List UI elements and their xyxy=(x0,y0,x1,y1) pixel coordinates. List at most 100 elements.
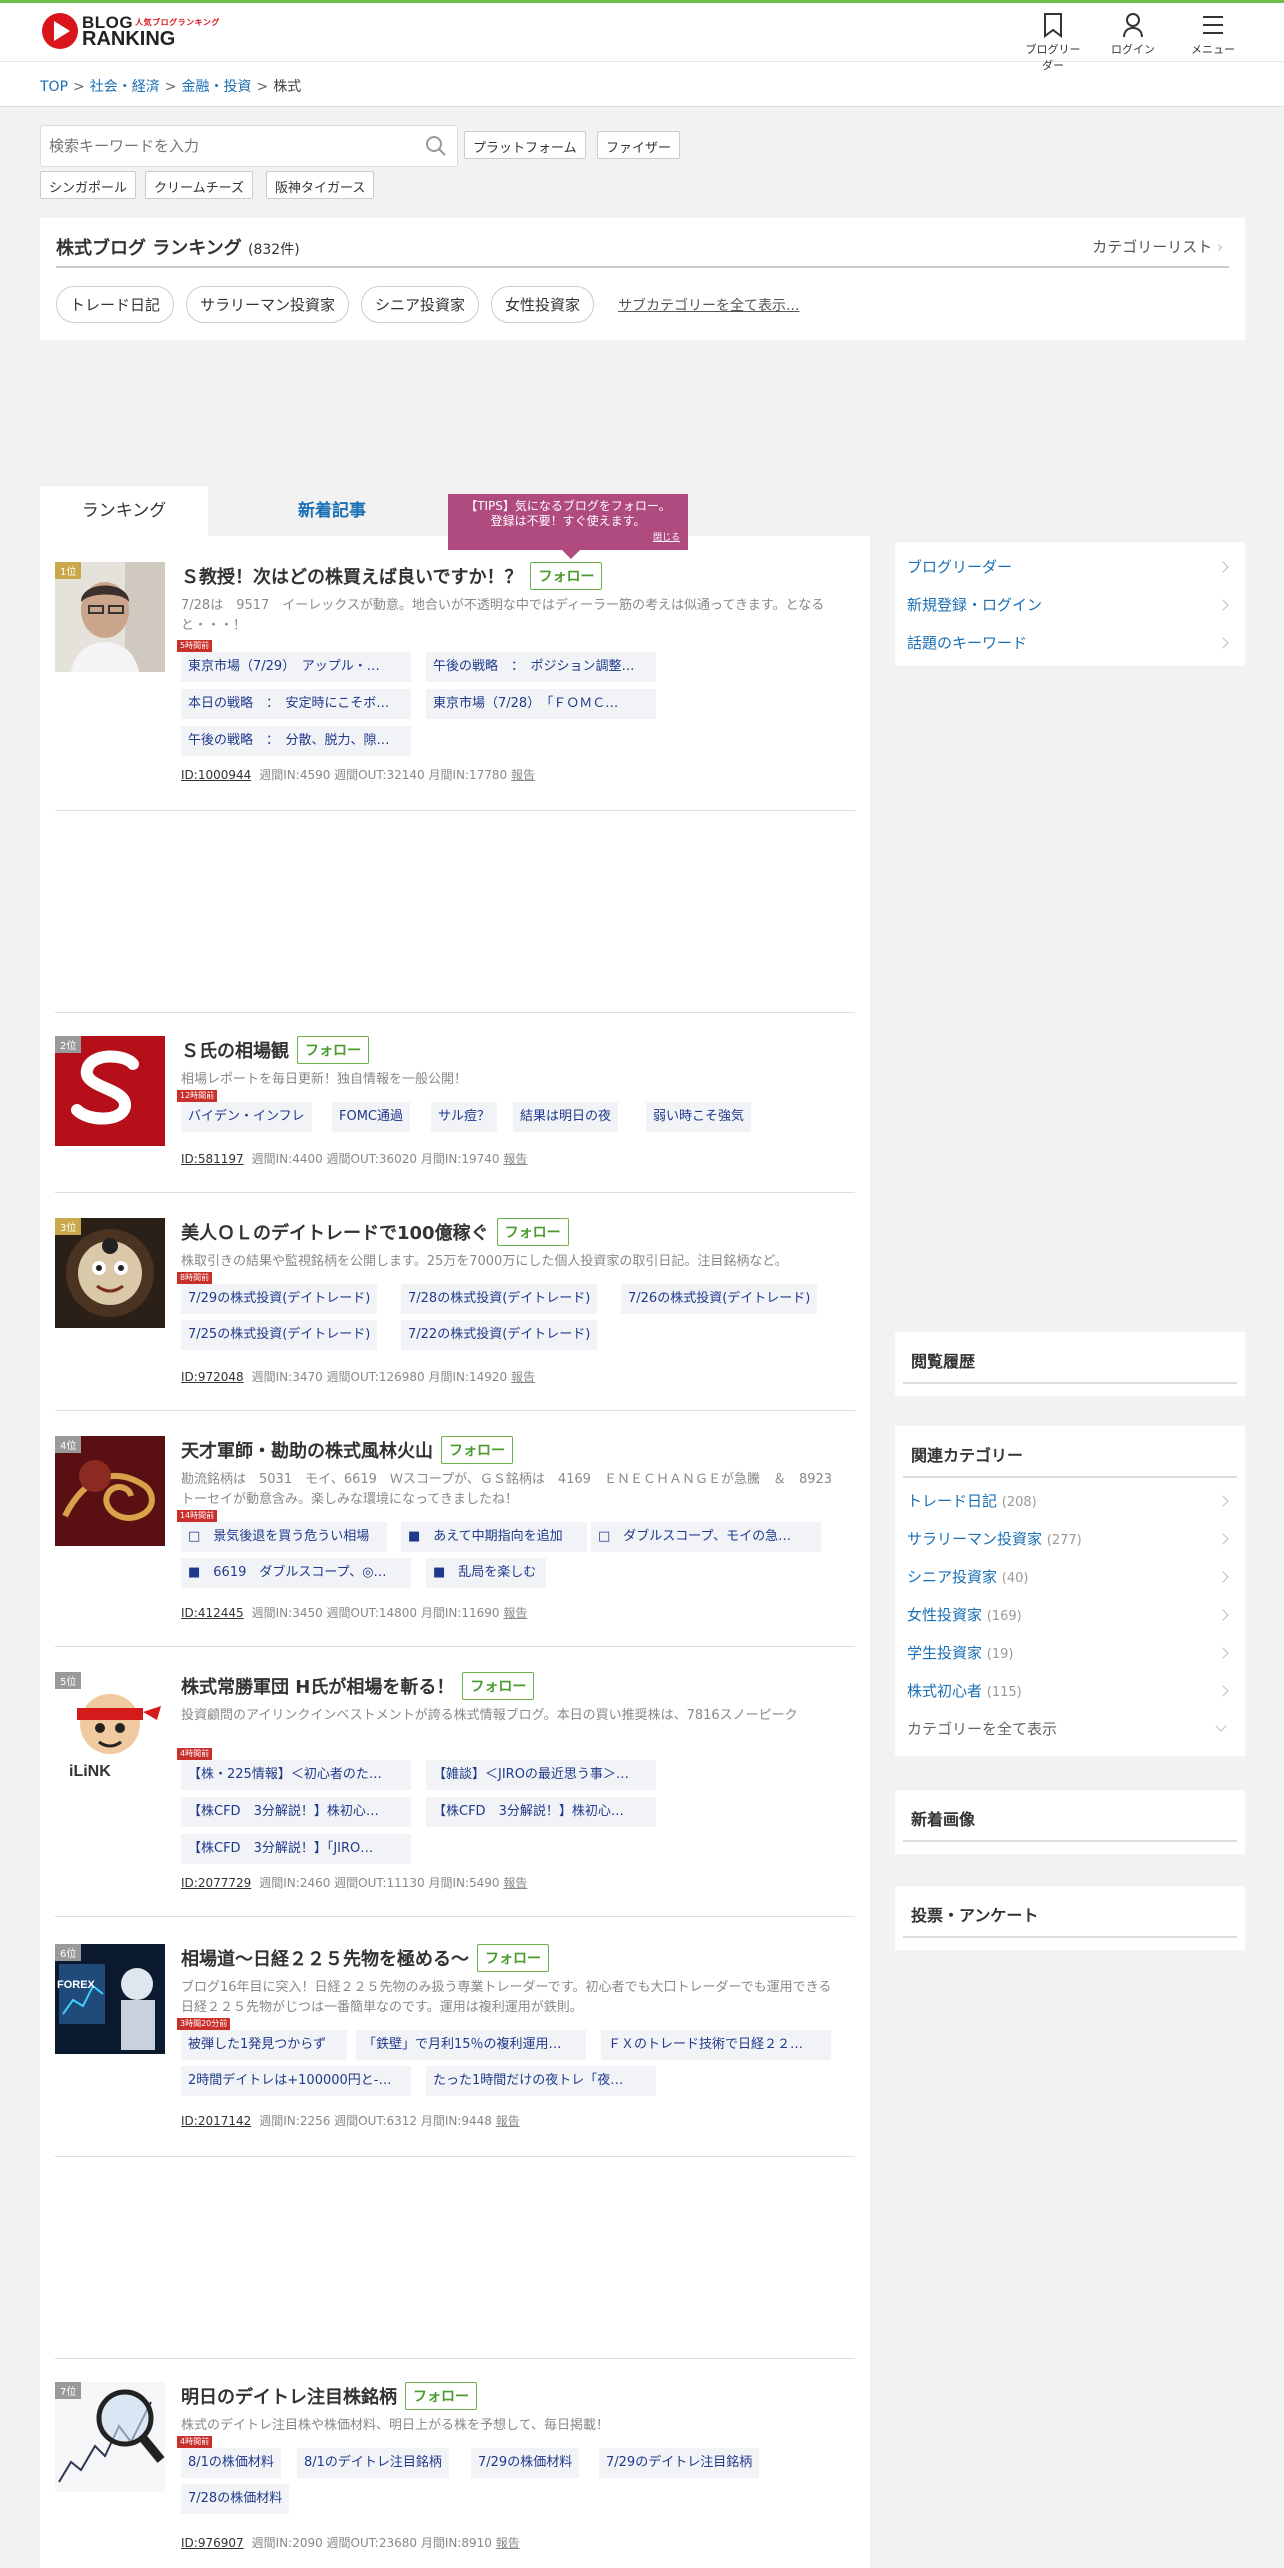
article-link[interactable]: 本日の戦略 ： 安定時にこそボ… xyxy=(181,689,411,719)
tab-ranking[interactable]: ランキング xyxy=(40,486,208,536)
subcategory-chip[interactable]: シニア投資家 xyxy=(361,286,480,323)
article-link[interactable]: 「鉄壁」で月利15％の複利運用… xyxy=(356,2030,586,2060)
category-list-link[interactable]: カテゴリーリスト › xyxy=(1092,236,1223,257)
report-link[interactable]: 報告 xyxy=(503,1876,527,1890)
blog-thumbnail[interactable]: 1位 xyxy=(55,562,165,672)
blog-title-link[interactable]: Ｓ氏の相場観 xyxy=(181,1037,289,1063)
blog-thumbnail[interactable]: 7位 xyxy=(55,2382,165,2492)
report-link[interactable]: 報告 xyxy=(496,2536,520,2550)
subcategory-chip[interactable]: トレード日記 xyxy=(56,286,175,323)
menu-button[interactable]: メニュー xyxy=(1182,12,1244,73)
article-link[interactable]: 【株CFD 3分解説！】株初心… xyxy=(426,1797,656,1827)
keyword-chip[interactable]: プラットフォーム xyxy=(464,131,586,159)
blog-thumbnail[interactable]: 6位 FOREX xyxy=(55,1944,165,2054)
follow-button[interactable]: フォロー xyxy=(441,1436,513,1464)
breadcrumb-society[interactable]: 社会・経済 xyxy=(90,79,160,95)
article-link[interactable]: 8/1のデイトレ注目銘柄 xyxy=(297,2448,449,2478)
keyword-chip[interactable]: クリームチーズ xyxy=(145,171,253,199)
subcategory-chip[interactable]: サラリーマン投資家 xyxy=(186,286,350,323)
article-link[interactable]: 7/28の株価材料 xyxy=(181,2484,290,2514)
blog-thumbnail[interactable]: 4位 xyxy=(55,1436,165,1546)
blog-id-link[interactable]: ID:2017142 xyxy=(181,2114,251,2128)
follow-button[interactable]: フォロー xyxy=(297,1036,369,1064)
article-link[interactable]: 【株CFD 3分解説！】株初心… xyxy=(181,1797,411,1827)
blog-title-link[interactable]: 美人ＯＬのデイトレードで100億稼ぐ xyxy=(181,1219,489,1245)
related-category-link[interactable]: シニア投資家 (40) xyxy=(895,1558,1245,1596)
login-button[interactable]: ログイン xyxy=(1102,12,1164,73)
show-all-subcategories-link[interactable]: サブカテゴリーを全て表示... xyxy=(618,295,799,315)
tab-new-articles[interactable]: 新着記事 xyxy=(248,486,416,536)
article-link[interactable]: ■ 乱局を楽しむ xyxy=(426,1558,546,1588)
breadcrumb-finance[interactable]: 金融・投資 xyxy=(181,79,251,95)
article-link[interactable]: 【株CFD 3分解説！】「JIRO… xyxy=(181,1834,411,1864)
article-link[interactable]: 午後の戦略 ： 分散、脱力、隙… xyxy=(181,726,411,756)
follow-button[interactable]: フォロー xyxy=(496,1218,569,1246)
report-link[interactable]: 報告 xyxy=(511,768,535,782)
keyword-chip[interactable]: シンガポール xyxy=(40,171,137,199)
article-link[interactable]: 7/28の株式投資(デイトレード) xyxy=(401,1284,598,1314)
article-link[interactable]: 午後の戦略 ： ポジション調整… xyxy=(426,652,656,682)
blog-title-link[interactable]: 相場道〜日経２２５先物を極める〜 xyxy=(181,1945,469,1971)
article-link[interactable]: 東京市場（7/28） 「ＦＯＭＣ… xyxy=(426,689,656,719)
related-category-link[interactable]: 株式初心者 (115) xyxy=(895,1672,1245,1710)
article-link[interactable]: ■ あえて中期指向を追加 xyxy=(401,1522,587,1552)
sidebar-link-trending-keywords[interactable]: 話題のキーワード xyxy=(895,624,1245,662)
article-link[interactable]: 2時間デイトレは+100000円と-… xyxy=(181,2066,411,2096)
report-link[interactable]: 報告 xyxy=(496,2114,520,2128)
article-link[interactable]: 7/26の株式投資(デイトレード) xyxy=(621,1284,818,1314)
article-link[interactable]: □ ダブルスコープ、モイの急… xyxy=(591,1522,821,1552)
search-icon[interactable] xyxy=(425,135,447,157)
blog-thumbnail[interactable]: 2位 xyxy=(55,1036,165,1146)
related-category-link[interactable]: 学生投資家 (19) xyxy=(895,1634,1245,1672)
site-logo[interactable]: BLOG 人気ブログランキング RANKING xyxy=(42,13,220,49)
article-link[interactable]: 7/22の株式投資(デイトレード) xyxy=(401,1320,598,1350)
blog-title-link[interactable]: Ｓ教授！次はどの株買えば良いですか！？ xyxy=(181,563,522,589)
blog-id-link[interactable]: ID:1000944 xyxy=(181,768,251,782)
report-link[interactable]: 報告 xyxy=(503,1152,527,1166)
report-link[interactable]: 報告 xyxy=(511,1370,535,1384)
keyword-chip[interactable]: ファイザー xyxy=(597,131,681,159)
article-link[interactable]: 結果は明日の夜 xyxy=(513,1102,619,1132)
article-link[interactable]: 7/29の株式投資(デイトレード) xyxy=(181,1284,378,1314)
breadcrumb-top[interactable]: TOP xyxy=(40,79,68,95)
blog-id-link[interactable]: ID:412445 xyxy=(181,1606,244,1620)
article-link[interactable]: ■ 6619 ダブルスコープ、◎… xyxy=(181,1558,411,1588)
article-link[interactable]: □ 景気後退を買う危うい相場 xyxy=(181,1522,387,1552)
article-link[interactable]: サル痘？ xyxy=(431,1102,498,1132)
blog-reader-button[interactable]: ブログリーダー xyxy=(1022,12,1084,73)
blog-id-link[interactable]: ID:581197 xyxy=(181,1152,244,1166)
article-link[interactable]: 弱い時こそ強気 xyxy=(646,1102,752,1132)
follow-button[interactable]: フォロー xyxy=(462,1672,535,1700)
blog-id-link[interactable]: ID:2077729 xyxy=(181,1876,251,1890)
article-link[interactable]: 7/29の株価材料 xyxy=(471,2448,580,2478)
article-link[interactable]: FOMC通過 xyxy=(332,1102,411,1132)
blog-thumbnail[interactable]: 5位 iLiNK xyxy=(55,1672,165,1782)
blog-title-link[interactable]: 天才軍師・勘助の株式風林火山 xyxy=(181,1437,433,1463)
related-category-link[interactable]: サラリーマン投資家 (277) xyxy=(895,1520,1245,1558)
blog-id-link[interactable]: ID:972048 xyxy=(181,1370,244,1384)
article-link[interactable]: 東京市場（7/29） アップル・… xyxy=(181,652,411,682)
report-link[interactable]: 報告 xyxy=(503,1606,527,1620)
show-all-categories-toggle[interactable]: カテゴリーを全て表示 xyxy=(895,1710,1245,1748)
blog-id-link[interactable]: ID:976907 xyxy=(181,2536,244,2550)
article-link[interactable]: 7/25の株式投資(デイトレード) xyxy=(181,1320,378,1350)
sidebar-link-register-login[interactable]: 新規登録・ログイン xyxy=(895,586,1245,624)
article-link[interactable]: たった1時間だけの夜トレ「夜… xyxy=(426,2066,656,2096)
follow-button[interactable]: フォロー xyxy=(477,1944,549,1972)
blog-title-link[interactable]: 明日のデイトレ注目株銘柄 xyxy=(181,2383,397,2409)
follow-button[interactable]: フォロー xyxy=(405,2382,477,2410)
sidebar-link-blog-reader[interactable]: ブログリーダー xyxy=(895,548,1245,586)
article-link[interactable]: 8/1の株価材料 xyxy=(181,2448,281,2478)
related-category-link[interactable]: トレード日記 (208) xyxy=(895,1482,1245,1520)
subcategory-chip[interactable]: 女性投資家 xyxy=(491,286,595,323)
related-category-link[interactable]: 女性投資家 (169) xyxy=(895,1596,1245,1634)
follow-button[interactable]: フォロー xyxy=(530,562,603,590)
blog-title-link[interactable]: 株式常勝軍団 H氏が相場を斬る！ xyxy=(181,1673,454,1699)
article-link[interactable]: 【雑談】＜JIROの最近思う事＞… xyxy=(426,1760,656,1790)
article-link[interactable]: ＦＸのトレード技術で日経２２… xyxy=(601,2030,831,2060)
article-link[interactable]: 【株・225情報】＜初心者のた… xyxy=(181,1760,411,1790)
tips-close-link[interactable]: 閉じる xyxy=(653,531,680,546)
keyword-chip[interactable]: 阪神タイガース xyxy=(266,171,375,199)
search-input[interactable] xyxy=(49,127,409,165)
article-link[interactable]: バイデン・インフレ xyxy=(181,1102,312,1132)
